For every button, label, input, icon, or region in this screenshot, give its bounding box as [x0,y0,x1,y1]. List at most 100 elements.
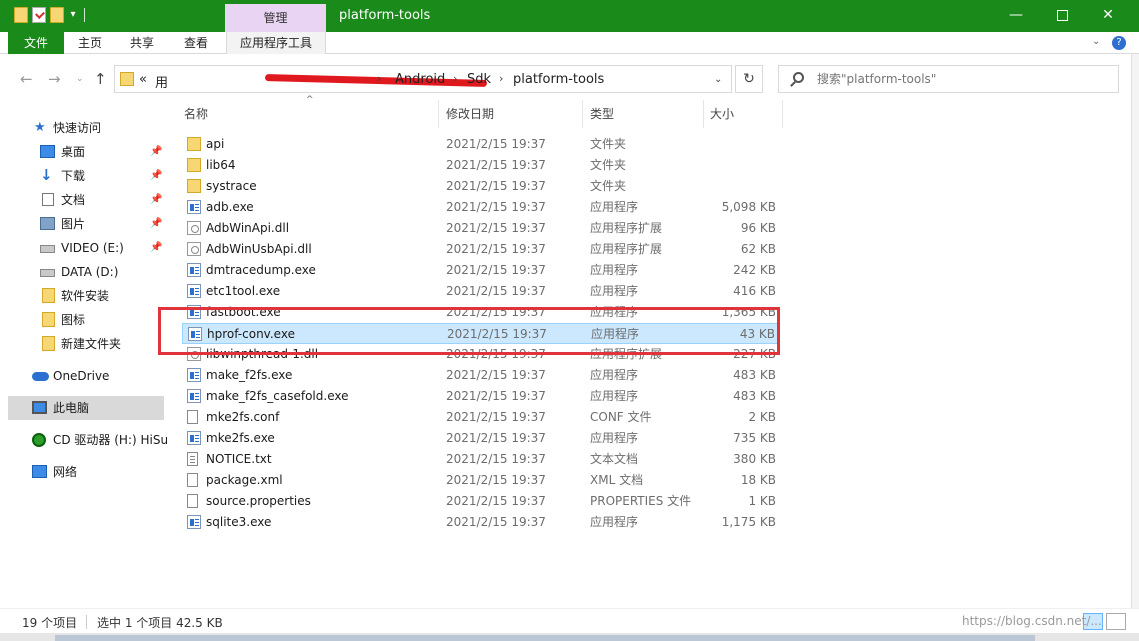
file-name: etc1tool.exe [206,284,281,298]
file-type: 文件夹 [590,137,627,151]
pictures-icon [40,217,55,230]
address-bar[interactable]: « 用 › Android › Sdk › platform-tools ⌄ [114,65,732,93]
column-divider[interactable] [582,100,583,128]
file-row-api[interactable]: api 2021/2/15 19:37 文件夹 [182,134,778,155]
column-divider[interactable] [438,100,439,128]
breadcrumb-partial: 用 [155,76,169,91]
pin-icon[interactable]: 📌 [150,236,162,260]
sidebar-item-cd-drive[interactable]: CD 驱动器 (H:) HiSu [8,428,168,452]
sidebar-item-this-pc[interactable]: 此电脑 [8,396,164,420]
file-row-make-f2fs-exe[interactable]: make_f2fs.exe 2021/2/15 19:37 应用程序 483 K… [182,365,778,386]
file-date: 2021/2/15 19:37 [446,284,546,298]
maximize-button[interactable] [1039,0,1085,32]
file-row-adbwinapi-dll[interactable]: AdbWinApi.dll 2021/2/15 19:37 应用程序扩展 96 … [182,218,778,239]
sidebar-item-network[interactable]: 网络 [8,460,164,484]
column-header-type[interactable]: 类型 [590,100,614,128]
file-size: 380 KB [733,452,776,466]
file-row-mke2fs-conf[interactable]: mke2fs.conf 2021/2/15 19:37 CONF 文件 2 KB [182,407,778,428]
sidebar-item-data-drive[interactable]: DATA (D:) [8,260,164,284]
file-size: 242 KB [733,263,776,277]
folder-icon[interactable] [14,7,28,23]
dll-icon [187,242,201,256]
sidebar-item-onedrive[interactable]: OneDrive [8,364,164,388]
breadcrumb-platform-tools[interactable]: platform-tools [513,72,604,87]
breadcrumb-separator[interactable]: › [377,72,381,85]
back-button[interactable]: ← [20,70,33,88]
breadcrumb-overflow[interactable]: « [139,72,147,87]
application-icon [187,284,201,298]
pin-icon[interactable]: 📌 [150,212,162,236]
properties-icon[interactable] [32,7,46,23]
desktop-icon [40,145,55,158]
manage-context-tab[interactable]: 管理 [225,4,326,32]
file-name: AdbWinApi.dll [206,221,290,235]
sidebar-item-pictures[interactable]: 图片 📌 [8,212,164,236]
large-icons-view-button[interactable] [1106,613,1126,630]
file-row-sqlite3-exe[interactable]: sqlite3.exe 2021/2/15 19:37 应用程序 1,175 K… [182,512,778,533]
column-header-date[interactable]: 修改日期 [446,100,494,128]
file-row-etc1tool-exe[interactable]: etc1tool.exe 2021/2/15 19:37 应用程序 416 KB [182,281,778,302]
sidebar-item-software-install[interactable]: 软件安装 [8,284,164,308]
sidebar-item-desktop[interactable]: 桌面 📌 [8,140,164,164]
sidebar-item-label: 桌面 [61,145,86,159]
navigation-pane: ★ 快速访问 桌面 📌 ↓ 下载 📌 文档 📌 图片 📌 VIDEO (E:) … [0,100,170,608]
breadcrumb-separator[interactable]: › [453,72,457,85]
refresh-button[interactable]: ↻ [735,65,763,93]
pin-icon[interactable]: 📌 [150,164,162,188]
column-divider[interactable] [703,100,704,128]
file-row-source-properties[interactable]: source.properties 2021/2/15 19:37 PROPER… [182,491,778,512]
file-row-make-f2fs-casefold-exe[interactable]: make_f2fs_casefold.exe 2021/2/15 19:37 应… [182,386,778,407]
sidebar-item-documents[interactable]: 文档 📌 [8,188,164,212]
expand-ribbon-icon[interactable]: ⌄ [1092,36,1100,47]
file-row-mke2fs-exe[interactable]: mke2fs.exe 2021/2/15 19:37 应用程序 735 KB [182,428,778,449]
background-window-edge [1131,54,1139,633]
file-type: PROPERTIES 文件 [590,494,692,508]
tab-home[interactable]: 主页 [70,32,110,54]
file-type: 应用程序 [590,284,639,298]
toolbar-separator [84,8,85,22]
file-row-adbwinusbapi-dll[interactable]: AdbWinUsbApi.dll 2021/2/15 19:37 应用程序扩展 … [182,239,778,260]
address-history-dropdown[interactable]: ⌄ [714,74,722,85]
tab-share[interactable]: 共享 [122,32,162,54]
column-divider[interactable] [782,100,783,128]
file-type: 文件夹 [590,158,627,172]
file-row-dmtracedump-exe[interactable]: dmtracedump.exe 2021/2/15 19:37 应用程序 242… [182,260,778,281]
file-row-package-xml[interactable]: package.xml 2021/2/15 19:37 XML 文档 18 KB [182,470,778,491]
sidebar-item-icons[interactable]: 图标 [8,308,164,332]
breadcrumb-sdk[interactable]: Sdk [467,72,491,87]
sidebar-item-video-drive[interactable]: VIDEO (E:) 📌 [8,236,164,260]
breadcrumb-separator[interactable]: › [499,72,503,85]
sidebar-item-new-folder[interactable]: 新建文件夹 [8,332,164,356]
file-date: 2021/2/15 19:37 [446,200,546,214]
file-row-systrace[interactable]: systrace 2021/2/15 19:37 文件夹 [182,176,778,197]
pin-icon[interactable]: 📌 [150,188,162,212]
file-name: adb.exe [206,200,254,214]
file-row-adb-exe[interactable]: adb.exe 2021/2/15 19:37 应用程序 5,098 KB [182,197,778,218]
pin-icon[interactable]: 📌 [150,140,162,164]
column-header-name[interactable]: 名称 [184,100,208,128]
tab-application-tools[interactable]: 应用程序工具 [226,32,326,54]
folder-icon [42,312,55,327]
up-button[interactable]: ↑ [94,70,107,88]
sidebar-item-quick-access[interactable]: ★ 快速访问 [8,116,164,140]
file-row-notice-txt[interactable]: NOTICE.txt 2021/2/15 19:37 文本文档 380 KB [182,449,778,470]
tab-view[interactable]: 查看 [176,32,216,54]
file-icon [187,473,198,487]
search-box[interactable] [778,65,1119,93]
title-bar: ▾ 管理 platform-tools — ✕ [0,0,1139,32]
recent-locations-dropdown[interactable]: ⌄ [76,74,84,84]
file-row-lib64[interactable]: lib64 2021/2/15 19:37 文件夹 [182,155,778,176]
search-input[interactable] [817,71,1107,87]
breadcrumb-android[interactable]: Android [395,72,445,87]
minimize-button[interactable]: — [993,0,1039,32]
file-icon [187,410,198,424]
new-folder-icon[interactable] [50,7,64,23]
file-type: 文件夹 [590,179,627,193]
sidebar-item-downloads[interactable]: ↓ 下载 📌 [8,164,164,188]
customize-toolbar-dropdown-icon[interactable]: ▾ [68,7,78,23]
tab-file[interactable]: 文件 [8,32,64,54]
help-icon[interactable]: ? [1112,36,1126,50]
column-header-size[interactable]: 大小 [710,100,734,128]
forward-button[interactable]: → [48,70,61,88]
close-button[interactable]: ✕ [1085,0,1131,32]
